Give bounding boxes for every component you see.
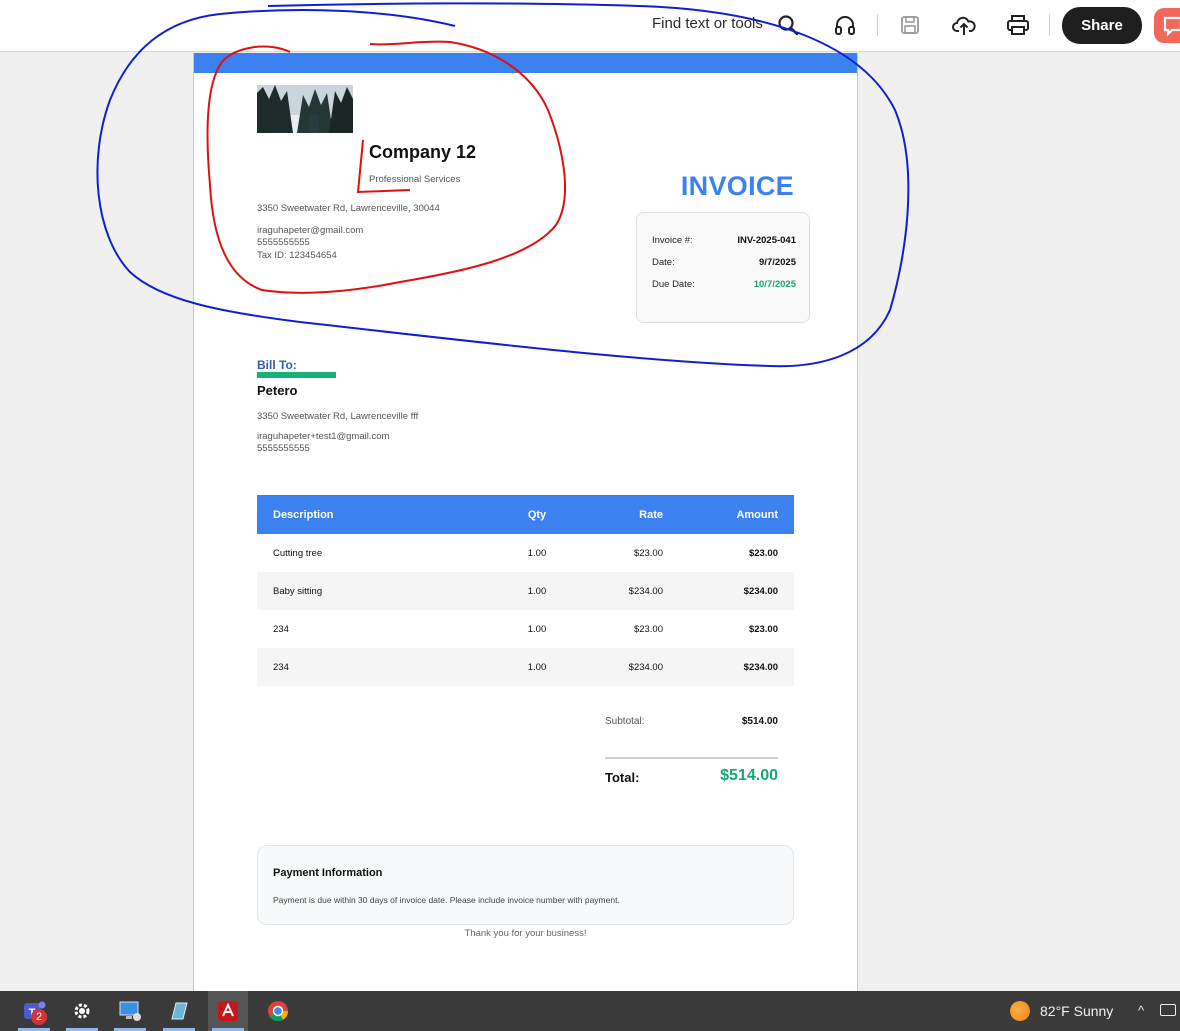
company-email: iraguhapeter@gmail.com — [257, 225, 364, 236]
cell-qty: 1.00 — [527, 661, 547, 673]
payment-info-box: Payment Information Payment is due withi… — [257, 845, 794, 925]
table-header: Description Qty Rate Amount — [257, 495, 794, 534]
comment-icon[interactable] — [1154, 8, 1180, 43]
table-row: Baby sitting 1.00 $234.00 $234.00 — [257, 572, 794, 610]
client-phone: 5555555555 — [257, 443, 310, 454]
share-button[interactable]: Share — [1062, 7, 1142, 44]
invoice-number-row: Invoice #: INV-2025-041 — [652, 235, 796, 246]
company-address: 3350 Sweetwater Rd, Lawrenceville, 30044 — [257, 203, 440, 214]
invoice-due-date: 10/7/2025 — [753, 279, 796, 290]
chrome-icon[interactable] — [258, 991, 298, 1031]
cell-rate: $234.00 — [628, 585, 663, 597]
tray-chevron-up-icon[interactable]: ^ — [1138, 1003, 1144, 1018]
cell-rate: $23.00 — [633, 623, 663, 635]
notepad-icon[interactable] — [159, 991, 199, 1031]
table-row: 234 1.00 $23.00 $23.00 — [257, 610, 794, 648]
payment-info-title: Payment Information — [273, 867, 383, 879]
cloud-upload-icon[interactable] — [950, 11, 978, 39]
total-divider — [605, 757, 778, 759]
invoice-date-label: Date: — [652, 257, 675, 268]
remote-desktop-icon[interactable] — [110, 991, 150, 1031]
company-name: Company 12 — [369, 142, 477, 162]
cell-description: 234 — [273, 623, 289, 635]
cell-amount: $234.00 — [743, 585, 778, 597]
toolbar-divider — [1049, 14, 1050, 36]
toolbar-divider — [877, 14, 878, 36]
weather-text[interactable]: 82°F Sunny — [1040, 1003, 1113, 1019]
table-row: 234 1.00 $234.00 $234.00 — [257, 648, 794, 686]
line-items-table: Description Qty Rate Amount Cutting tree… — [257, 495, 794, 686]
header-description: Description — [273, 508, 334, 521]
bill-to-underline — [257, 372, 336, 378]
payment-info-text: Payment is due within 30 days of invoice… — [273, 895, 620, 905]
windows-taskbar: T 2 — [0, 991, 1180, 1031]
weather-sun-icon[interactable] — [1010, 1001, 1030, 1021]
total-value: $514.00 — [720, 767, 778, 784]
thank-you-note: Thank you for your business! — [464, 928, 587, 939]
cell-amount: $234.00 — [743, 661, 778, 673]
header-amount: Amount — [736, 508, 778, 521]
client-address: 3350 Sweetwater Rd, Lawrenceville fff — [257, 411, 419, 422]
find-tools-field[interactable]: Find text or tools — [652, 15, 763, 32]
cell-amount: $23.00 — [748, 547, 778, 559]
print-icon[interactable] — [1004, 11, 1032, 39]
invoice-title: INVOICE — [680, 171, 794, 201]
cell-description: Baby sitting — [273, 585, 323, 597]
subtotal-value: $514.00 — [741, 716, 778, 727]
invoice-due-row: Due Date: 10/7/2025 — [652, 279, 796, 290]
cell-qty: 1.00 — [527, 585, 547, 597]
cell-qty: 1.00 — [527, 623, 547, 635]
table-row: Cutting tree 1.00 $23.00 $23.00 — [257, 534, 794, 572]
cell-qty: 1.00 — [527, 547, 547, 559]
keyboard-tray-icon[interactable] — [1160, 1004, 1176, 1016]
cell-description: Cutting tree — [273, 547, 323, 559]
save-icon[interactable] — [896, 11, 924, 39]
client-email: iraguhapeter+test1@gmail.com — [257, 431, 390, 442]
bill-to-label: Bill To: — [257, 358, 297, 372]
total-label: Total: — [605, 770, 640, 785]
invoice-page: Company 12 Professional Services 3350 Sw… — [193, 53, 858, 991]
invoice-number: INV-2025-041 — [737, 235, 796, 246]
invoice-number-label: Invoice #: — [652, 235, 693, 246]
invoice-due-label: Due Date: — [652, 279, 695, 290]
company-logo — [257, 85, 353, 133]
cell-amount: $23.00 — [748, 623, 778, 635]
company-tax-id: Tax ID: 123454654 — [257, 250, 337, 261]
app-toolbar: Find text or tools Share — [0, 0, 1180, 52]
client-name: Petero — [257, 383, 298, 398]
cell-rate: $23.00 — [633, 547, 663, 559]
teams-badge: 2 — [31, 1009, 47, 1025]
acrobat-icon[interactable] — [208, 991, 248, 1031]
cell-rate: $234.00 — [628, 661, 663, 673]
subtotal-label: Subtotal: — [605, 716, 645, 727]
company-phone: 5555555555 — [257, 237, 310, 248]
invoice-meta-box: Invoice #: INV-2025-041 Date: 9/7/2025 D… — [636, 212, 810, 323]
header-qty: Qty — [527, 508, 547, 521]
cell-description: 234 — [273, 661, 289, 673]
settings-icon[interactable] — [62, 991, 102, 1031]
invoice-date: 9/7/2025 — [759, 257, 796, 268]
invoice-header-bar — [194, 53, 857, 73]
company-tagline: Professional Services — [369, 174, 461, 185]
header-rate: Rate — [639, 508, 663, 521]
search-icon[interactable] — [774, 11, 802, 39]
invoice-date-row: Date: 9/7/2025 — [652, 257, 796, 268]
headphones-icon[interactable] — [831, 11, 859, 39]
